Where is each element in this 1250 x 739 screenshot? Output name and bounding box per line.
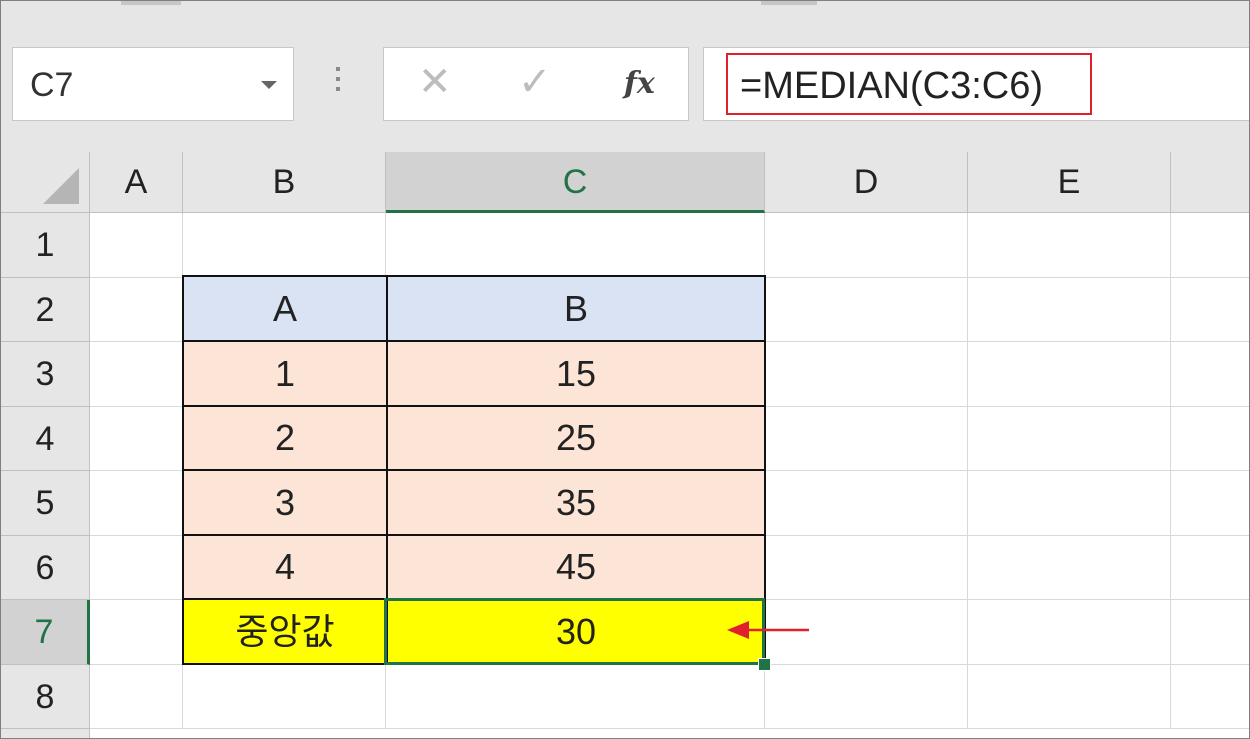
table-header-b[interactable]: B bbox=[386, 275, 766, 342]
cell-f6[interactable] bbox=[1171, 536, 1249, 600]
cell-b8[interactable] bbox=[183, 665, 386, 729]
table-cell-c3[interactable]: 15 bbox=[386, 340, 766, 407]
cell-d3[interactable] bbox=[765, 342, 968, 407]
cell-c1[interactable] bbox=[386, 213, 765, 278]
cell-a4[interactable] bbox=[90, 407, 183, 471]
name-box-value: C7 bbox=[30, 66, 74, 104]
formula-input[interactable]: =MEDIAN(C3:C6) bbox=[703, 47, 1249, 121]
row-header-4[interactable]: 4 bbox=[1, 407, 90, 471]
formula-text: =MEDIAN(C3:C6) bbox=[740, 65, 1043, 107]
cell-e2[interactable] bbox=[968, 278, 1171, 342]
annotation-arrow-icon bbox=[727, 621, 809, 639]
cell-a2[interactable] bbox=[90, 278, 183, 342]
table-cell-b3[interactable]: 1 bbox=[182, 340, 388, 407]
cell-a7[interactable] bbox=[90, 600, 183, 665]
ribbon-remnant bbox=[761, 1, 817, 5]
excel-window: C7 ✕ ✓ fx =MEDIAN(C3:C6) A B C D E 1 2 3… bbox=[0, 0, 1250, 739]
row-header-9[interactable] bbox=[1, 729, 90, 738]
formula-highlight-box: =MEDIAN(C3:C6) bbox=[726, 53, 1092, 115]
table-cell-c5[interactable]: 35 bbox=[386, 469, 766, 536]
row-header-7[interactable]: 7 bbox=[1, 600, 90, 665]
column-header-a[interactable]: A bbox=[90, 152, 183, 213]
table-header-a[interactable]: A bbox=[182, 275, 388, 342]
ribbon-remnant bbox=[121, 1, 181, 5]
row-header-5[interactable]: 5 bbox=[1, 471, 90, 536]
row-header-8[interactable]: 8 bbox=[1, 665, 90, 729]
column-header-f[interactable] bbox=[1171, 152, 1249, 213]
select-all-icon bbox=[43, 168, 79, 204]
formula-buttons: ✕ ✓ fx bbox=[383, 47, 689, 121]
cell-b1[interactable] bbox=[183, 213, 386, 278]
cell-a6[interactable] bbox=[90, 536, 183, 600]
cell-c8[interactable] bbox=[386, 665, 765, 729]
row-header-1[interactable]: 1 bbox=[1, 213, 90, 278]
table-cell-b6[interactable]: 4 bbox=[182, 534, 388, 600]
row-header-2[interactable]: 2 bbox=[1, 278, 90, 342]
cell-e3[interactable] bbox=[968, 342, 1171, 407]
cell-e1[interactable] bbox=[968, 213, 1171, 278]
cell-e4[interactable] bbox=[968, 407, 1171, 471]
row-header-6[interactable]: 6 bbox=[1, 536, 90, 600]
column-header-d[interactable]: D bbox=[765, 152, 968, 213]
cell-a1[interactable] bbox=[90, 213, 183, 278]
column-header-b[interactable]: B bbox=[183, 152, 386, 213]
cell-a3[interactable] bbox=[90, 342, 183, 407]
cell-d2[interactable] bbox=[765, 278, 968, 342]
result-label-cell[interactable]: 중앙값 bbox=[182, 598, 388, 665]
cancel-icon[interactable]: ✕ bbox=[418, 62, 452, 102]
table-cell-b5[interactable]: 3 bbox=[182, 469, 388, 536]
cell-d1[interactable] bbox=[765, 213, 968, 278]
cell-d4[interactable] bbox=[765, 407, 968, 471]
column-header-e[interactable]: E bbox=[968, 152, 1171, 213]
cell-f3[interactable] bbox=[1171, 342, 1249, 407]
cell-d5[interactable] bbox=[765, 471, 968, 536]
formula-bar-grip-icon[interactable] bbox=[335, 67, 341, 103]
cell-f2[interactable] bbox=[1171, 278, 1249, 342]
cell-f5[interactable] bbox=[1171, 471, 1249, 536]
cell-f7[interactable] bbox=[1171, 600, 1249, 665]
fill-handle[interactable] bbox=[758, 658, 771, 671]
cell-d6[interactable] bbox=[765, 536, 968, 600]
chevron-down-icon[interactable] bbox=[261, 81, 277, 89]
enter-icon[interactable]: ✓ bbox=[518, 62, 552, 102]
table-cell-c6[interactable]: 45 bbox=[386, 534, 766, 600]
row-header-3[interactable]: 3 bbox=[1, 342, 90, 407]
cell-e5[interactable] bbox=[968, 471, 1171, 536]
cell-f1[interactable] bbox=[1171, 213, 1249, 278]
table-cell-b4[interactable]: 2 bbox=[182, 405, 388, 471]
worksheet-grid[interactable]: A B C D E 1 2 3 4 5 6 7 8 A B 1 15 2 25 … bbox=[1, 152, 1249, 738]
cell-a8[interactable] bbox=[90, 665, 183, 729]
cell-e8[interactable] bbox=[968, 665, 1171, 729]
cell-e6[interactable] bbox=[968, 536, 1171, 600]
table-cell-c4[interactable]: 25 bbox=[386, 405, 766, 471]
cell-f8[interactable] bbox=[1171, 665, 1249, 729]
insert-function-icon[interactable]: fx bbox=[624, 66, 655, 101]
cell-a5[interactable] bbox=[90, 471, 183, 536]
cell-d8[interactable] bbox=[765, 665, 968, 729]
cell-f4[interactable] bbox=[1171, 407, 1249, 471]
name-box[interactable]: C7 bbox=[12, 47, 294, 121]
select-all-button[interactable] bbox=[1, 152, 90, 213]
column-header-c[interactable]: C bbox=[386, 152, 765, 213]
active-cell-border bbox=[384, 598, 765, 665]
cell-e7[interactable] bbox=[968, 600, 1171, 665]
